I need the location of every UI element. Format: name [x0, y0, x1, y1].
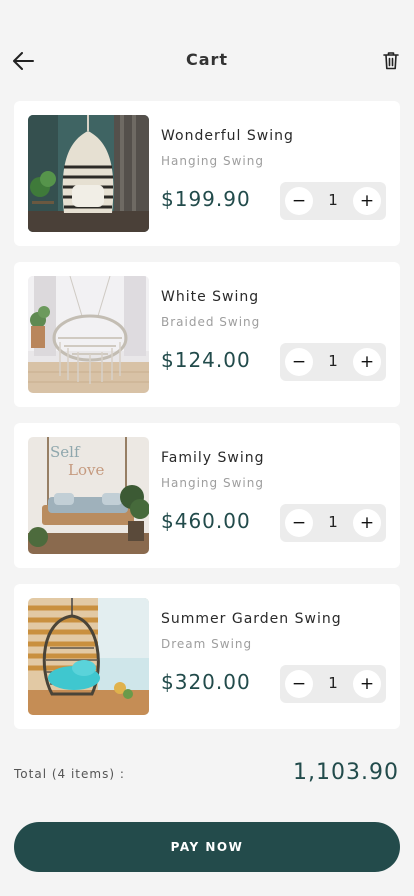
product-price: $320.00 — [161, 670, 251, 694]
cart-item-wonderful-swing[interactable]: Wonderful Swing Hanging Swing $199.90 − … — [14, 101, 400, 246]
total-label: Total (4 items) : — [14, 767, 125, 781]
plus-icon: + — [359, 351, 375, 372]
product-subtitle: Hanging Swing — [161, 476, 264, 490]
minus-icon: − — [291, 673, 307, 694]
product-subtitle: Hanging Swing — [161, 154, 264, 168]
cart-item-family-swing[interactable]: Self Love Family Swing Hanging Swing $46… — [14, 423, 400, 568]
quantity-value: 1 — [328, 352, 338, 370]
cart-item-white-swing[interactable]: White Swing Braided Swing $124.00 − 1 + — [14, 262, 400, 407]
pay-now-button[interactable]: PAY NOW — [14, 822, 400, 872]
product-name: Wonderful Swing — [161, 128, 294, 144]
quantity-stepper: − 1 + — [280, 343, 386, 381]
increase-quantity-button[interactable]: + — [353, 509, 381, 537]
product-price: $124.00 — [161, 348, 251, 372]
product-name: Summer Garden Swing — [161, 611, 342, 627]
quantity-stepper: − 1 + — [280, 665, 386, 703]
plus-icon: + — [359, 190, 375, 211]
wall-sign-text: Self — [50, 443, 81, 461]
increase-quantity-button[interactable]: + — [353, 670, 381, 698]
increase-quantity-button[interactable]: + — [353, 348, 381, 376]
decrease-quantity-button[interactable]: − — [285, 509, 313, 537]
minus-icon: − — [291, 351, 307, 372]
trash-icon — [383, 51, 399, 69]
wall-sign-text: Love — [68, 461, 104, 479]
quantity-value: 1 — [328, 674, 338, 692]
product-name: White Swing — [161, 289, 260, 305]
quantity-stepper: − 1 + — [280, 504, 386, 542]
page-title: Cart — [185, 50, 229, 69]
minus-icon: − — [291, 190, 307, 211]
plus-icon: + — [359, 512, 375, 533]
quantity-value: 1 — [328, 191, 338, 209]
decrease-quantity-button[interactable]: − — [285, 348, 313, 376]
product-image: Self Love — [28, 437, 149, 554]
increase-quantity-button[interactable]: + — [353, 187, 381, 215]
product-image — [28, 276, 149, 393]
decrease-quantity-button[interactable]: − — [285, 187, 313, 215]
quantity-stepper: − 1 + — [280, 182, 386, 220]
product-subtitle: Braided Swing — [161, 315, 261, 329]
app-header: Cart — [0, 40, 414, 80]
decrease-quantity-button[interactable]: − — [285, 670, 313, 698]
product-name: Family Swing — [161, 450, 265, 466]
clear-cart-button[interactable] — [380, 48, 402, 72]
total-value: 1,103.90 — [293, 760, 399, 785]
plus-icon: + — [359, 673, 375, 694]
cart-item-summer-garden-swing[interactable]: Summer Garden Swing Dream Swing $320.00 … — [14, 584, 400, 729]
product-image — [28, 598, 149, 715]
minus-icon: − — [291, 512, 307, 533]
quantity-value: 1 — [328, 513, 338, 531]
product-price: $460.00 — [161, 509, 251, 533]
product-price: $199.90 — [161, 187, 251, 211]
product-image — [28, 115, 149, 232]
product-subtitle: Dream Swing — [161, 637, 253, 651]
